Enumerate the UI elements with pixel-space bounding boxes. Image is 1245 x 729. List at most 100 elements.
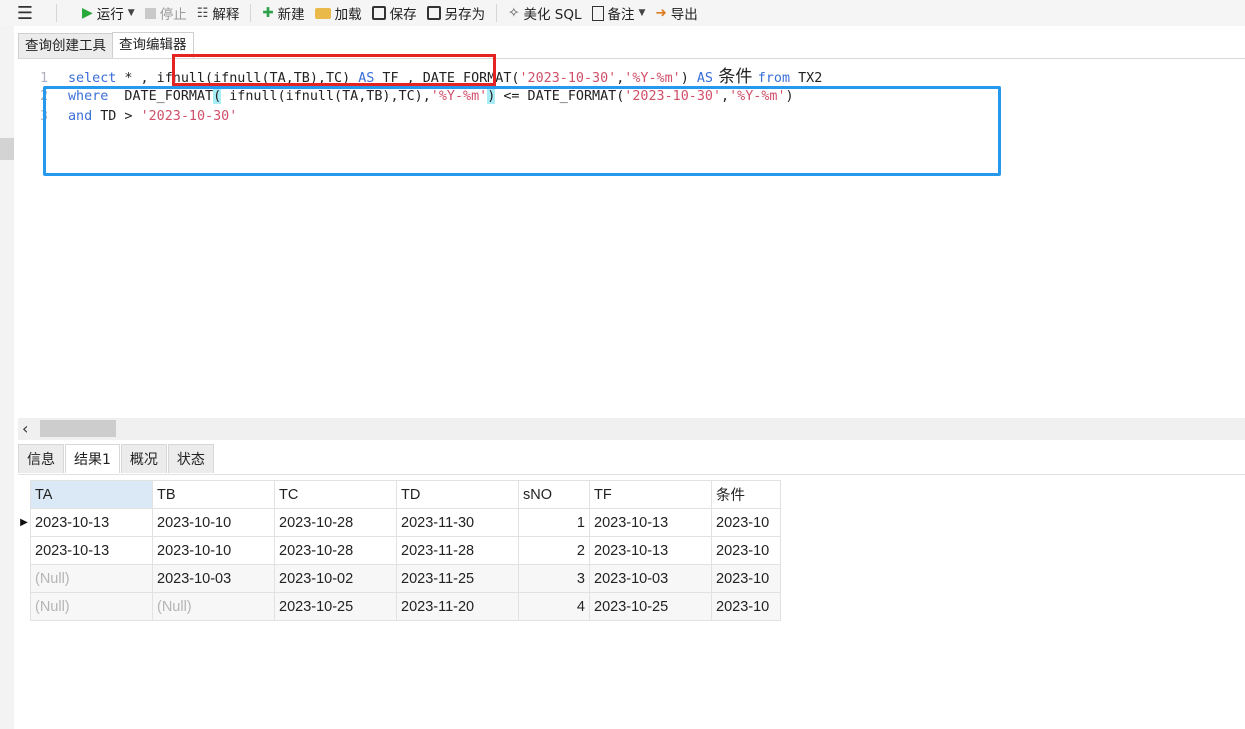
cell[interactable]: 2023-10 <box>711 536 781 565</box>
header-row: TA TB TC TD sNO TF 条件 <box>18 480 781 509</box>
cell[interactable]: 2023-10 <box>711 508 781 537</box>
cell[interactable]: 2023-10-13 <box>30 508 153 537</box>
cell[interactable]: (Null) <box>152 592 275 621</box>
explain-button[interactable]: ☷ 解释 <box>192 1 245 25</box>
cell[interactable]: 2 <box>518 536 590 565</box>
tab-result-1[interactable]: 结果1 <box>65 444 120 473</box>
column-header-ta[interactable]: TA <box>30 480 153 509</box>
row-indicator-header <box>18 480 31 509</box>
save-label: 保存 <box>389 7 417 23</box>
toolbar-divider <box>56 4 57 22</box>
cell[interactable]: 2023-10 <box>711 592 781 621</box>
chevron-down-icon[interactable]: ▼ <box>128 8 135 18</box>
cell[interactable]: 2023-10-10 <box>152 536 275 565</box>
scroll-left-icon[interactable]: ‹ <box>22 419 28 438</box>
cell[interactable]: 2023-10 <box>711 564 781 593</box>
code-text: TX2 <box>790 71 823 86</box>
cell[interactable]: 4 <box>518 592 590 621</box>
comment-label: 备注 <box>607 7 635 23</box>
new-label: 新建 <box>277 7 305 23</box>
highlight-box-red <box>172 54 496 86</box>
column-header-tb[interactable]: TB <box>152 480 275 509</box>
cell[interactable]: 2023-10-13 <box>30 536 153 565</box>
cell[interactable]: 2023-10-28 <box>274 508 397 537</box>
toolbar-divider <box>250 4 252 22</box>
result-grid: TA TB TC TD sNO TF 条件 ▶ 2023-10-13 2023-… <box>18 480 781 621</box>
table-row[interactable]: (Null) (Null) 2023-10-25 2023-11-20 4 20… <box>18 592 781 621</box>
cell[interactable]: 2023-10-02 <box>274 564 397 593</box>
run-label: 运行 <box>96 7 124 23</box>
export-label: 导出 <box>670 7 698 23</box>
cell[interactable]: (Null) <box>30 564 153 593</box>
save-icon <box>371 6 386 20</box>
column-header-tc[interactable]: TC <box>274 480 397 509</box>
keyword: AS <box>696 71 713 86</box>
save-button[interactable]: 保存 <box>367 1 422 25</box>
cell[interactable]: 2023-10-13 <box>589 508 712 537</box>
explain-icon: ☷ <box>196 5 209 21</box>
save-as-label: 另存为 <box>444 7 486 23</box>
scrollbar-thumb[interactable] <box>40 420 116 437</box>
column-header-td[interactable]: TD <box>396 480 519 509</box>
column-header-condition[interactable]: 条件 <box>711 480 781 509</box>
magic-wand-icon: ✧ <box>508 5 520 21</box>
save-as-button[interactable]: 另存为 <box>422 1 491 25</box>
code-text: ) <box>680 71 697 86</box>
table-row[interactable]: (Null) 2023-10-03 2023-10-02 2023-11-25 … <box>18 564 781 593</box>
tab-profile[interactable]: 概况 <box>120 444 167 473</box>
tab-info[interactable]: 信息 <box>18 444 64 473</box>
column-header-tf[interactable]: TF <box>589 480 712 509</box>
export-button[interactable]: ➜ 导出 <box>650 1 702 25</box>
left-panel-strip <box>0 26 14 729</box>
cell[interactable]: 3 <box>518 564 590 593</box>
cell[interactable]: 2023-10-28 <box>274 536 397 565</box>
chevron-down-icon[interactable]: ▼ <box>639 8 646 18</box>
comment-button[interactable]: 备注 ▼ <box>587 1 651 25</box>
cell[interactable]: 2023-11-25 <box>396 564 519 593</box>
cell[interactable]: 2023-10-13 <box>589 536 712 565</box>
cell[interactable]: 2023-10-10 <box>152 508 275 537</box>
load-button[interactable]: 加载 <box>310 1 367 25</box>
cell[interactable]: (Null) <box>30 592 153 621</box>
cell[interactable]: 2023-11-30 <box>396 508 519 537</box>
divider <box>18 474 1245 475</box>
row-indicator <box>18 537 31 565</box>
horizontal-scrollbar[interactable]: ‹ <box>18 418 1245 440</box>
run-button[interactable]: ▶ 运行 ▼ <box>77 1 140 25</box>
cell[interactable]: 2023-10-03 <box>152 564 275 593</box>
row-indicator <box>18 564 31 593</box>
string-literal: '2023-10-30' <box>519 71 617 86</box>
new-button[interactable]: ✚ 新建 <box>257 1 309 25</box>
cell[interactable]: 1 <box>518 508 590 537</box>
editor-tab-bar: 查询创建工具 查询编辑器 <box>18 32 194 58</box>
table-row[interactable]: ▶ 2023-10-13 2023-10-10 2023-10-28 2023-… <box>18 508 781 537</box>
current-row-indicator-icon: ▶ <box>20 517 28 528</box>
tab-status[interactable]: 状态 <box>167 444 214 473</box>
panel-splitter-handle[interactable] <box>0 138 14 160</box>
cell[interactable]: 2023-10-25 <box>589 592 712 621</box>
toolbar: ☰ ▶ 运行 ▼ 停止 ☷ 解释 ✚ 新建 加载 保存 另存为 ✧ 美化 SQL… <box>0 0 1245 26</box>
alias-text: 条件 <box>712 67 758 87</box>
toolbar-divider <box>496 4 498 22</box>
tab-query-builder[interactable]: 查询创建工具 <box>18 33 113 58</box>
stop-label: 停止 <box>159 7 187 23</box>
cell[interactable]: 2023-11-20 <box>396 592 519 621</box>
cell[interactable]: 2023-10-03 <box>589 564 712 593</box>
table-row[interactable]: 2023-10-13 2023-10-10 2023-10-28 2023-11… <box>18 536 781 565</box>
cell[interactable]: 2023-11-28 <box>396 536 519 565</box>
menu-icon[interactable]: ☰ <box>0 1 42 25</box>
column-header-sno[interactable]: sNO <box>518 480 590 509</box>
load-label: 加载 <box>334 7 362 23</box>
result-tab-bar: 信息 结果1 概况 状态 <box>18 444 215 474</box>
play-icon: ▶ <box>82 5 93 21</box>
cell[interactable]: 2023-10-25 <box>274 592 397 621</box>
stop-button[interactable]: 停止 <box>140 1 192 25</box>
beautify-label: 美化 SQL <box>523 7 582 23</box>
keyword: select <box>68 71 117 86</box>
beautify-sql-button[interactable]: ✧ 美化 SQL <box>503 1 586 25</box>
result-table: TA TB TC TD sNO TF 条件 ▶ 2023-10-13 2023-… <box>18 480 781 621</box>
explain-label: 解释 <box>212 7 240 23</box>
export-icon: ➜ <box>655 5 667 21</box>
folder-icon <box>314 7 331 19</box>
stop-icon <box>144 7 156 19</box>
